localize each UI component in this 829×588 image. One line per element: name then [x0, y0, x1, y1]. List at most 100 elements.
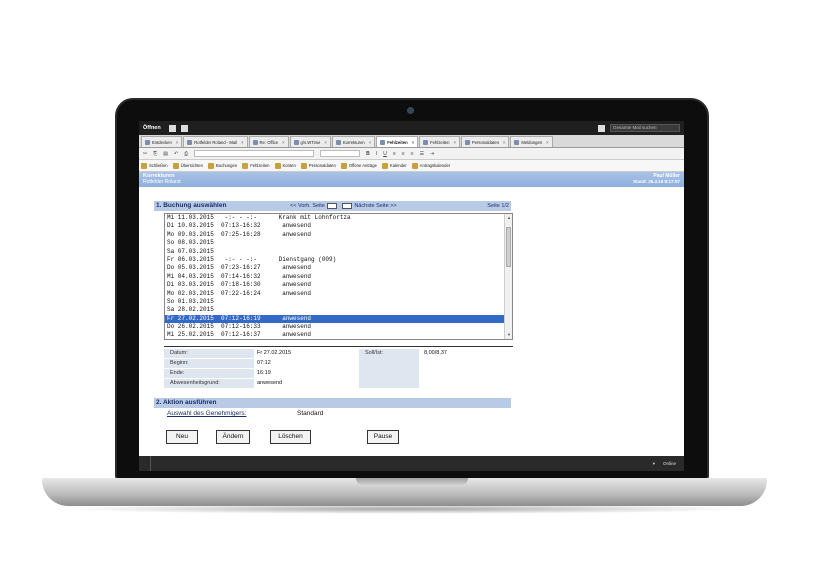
tab-icon — [380, 139, 386, 145]
booking-row[interactable]: Sa 28.02.2015 — [165, 306, 512, 314]
close-tab-icon[interactable]: × — [453, 140, 455, 145]
tab-icon — [293, 139, 299, 145]
list-icon[interactable]: ☰ — [420, 151, 424, 157]
ende-value: 16:19 — [257, 370, 271, 376]
copy-icon[interactable]: ⎘ — [153, 151, 157, 157]
tab-item[interactable]: Meldungen × — [510, 136, 553, 147]
nav-button[interactable]: Fehlzeiten — [242, 162, 270, 169]
booking-row[interactable]: Do 05.03.2015 07:23-16:27 anwesend — [165, 264, 512, 272]
tab-label: g/s.WTime — [300, 139, 321, 145]
scroll-up-icon[interactable]: ▲ — [506, 215, 512, 221]
booking-row[interactable]: Mo 09.03.2015 07:25-16:28 anwesend — [165, 231, 512, 239]
booking-row[interactable]: Fr 06.03.2015 -:- - -:- Dienstgang (009) — [165, 256, 512, 264]
app-navbar: Schließen Übersichten Buchungen Fehlzeiten K… — [139, 160, 684, 172]
cut-icon[interactable]: ✂ — [143, 151, 147, 157]
nav-button[interactable]: Kalender — [381, 162, 407, 169]
close-tab-icon[interactable]: × — [412, 140, 414, 145]
size-select[interactable] — [320, 150, 361, 157]
scroll-thumb[interactable] — [506, 227, 511, 267]
tab-label: Meldungen — [521, 139, 543, 145]
page-header: Korrekturen Rotfelder Roland Paul Müller… — [139, 172, 684, 187]
beginn-value: 07:12 — [257, 360, 271, 366]
italic-icon[interactable]: I — [376, 151, 377, 157]
section1-title: 1. Buchung auswählen — [156, 202, 227, 209]
next-page-link[interactable]: Nächste Seite >> — [354, 203, 396, 209]
undo-icon[interactable]: ↶ — [174, 151, 178, 157]
align-left-icon[interactable]: ≡ — [393, 151, 396, 157]
scroll-down-icon[interactable]: ▼ — [506, 332, 512, 338]
booking-row[interactable]: Di 10.03.2015 07:13-16:32 anwesend — [165, 222, 512, 230]
search-input[interactable]: Gesamte Mail suchen — [610, 124, 680, 132]
booking-row[interactable]: So 08.03.2015 — [165, 239, 512, 247]
nav-label: Offene Anträge — [348, 163, 377, 168]
datum-label: Datum: — [164, 349, 254, 358]
nav-label: Antragskalender — [419, 163, 451, 168]
booking-row[interactable]: Fr 27.02.2015 07:12-16:19 anwesend — [165, 314, 512, 324]
new-button[interactable]: Neu — [166, 430, 198, 444]
indent-icon[interactable]: ⇥ — [430, 151, 434, 157]
close-tab-icon[interactable]: × — [282, 140, 284, 145]
close-tab-icon[interactable]: × — [503, 140, 505, 145]
align-center-icon[interactable]: ≡ — [402, 151, 405, 157]
booking-row[interactable]: Di 03.03.2015 07:18-16:30 anwesend — [165, 281, 512, 289]
bold-icon[interactable]: B — [366, 151, 370, 157]
tab-item[interactable]: Fehlzeiten × — [419, 136, 460, 147]
underline-icon[interactable]: U — [383, 151, 387, 157]
pause-button[interactable]: Pause — [367, 430, 399, 444]
close-tab-icon[interactable]: × — [324, 140, 326, 145]
paste-icon[interactable]: ▤ — [163, 151, 168, 157]
list-scrollbar[interactable]: ▲ ▼ — [504, 214, 512, 339]
tab-icon — [252, 139, 258, 145]
booking-row[interactable]: Do 26.02.2015 07:12-16:33 anwesend — [165, 323, 512, 331]
nav-button[interactable]: Übersichten — [172, 162, 203, 169]
online-status[interactable]: Online — [663, 461, 676, 466]
nav-label: Kalender — [389, 163, 407, 168]
approver-link[interactable]: Auswahl des Genehmigers: — [167, 410, 247, 417]
next-page-box[interactable] — [342, 202, 353, 209]
close-tab-icon[interactable]: × — [241, 140, 243, 145]
tab-item[interactable]: Fehlzeiten × — [376, 136, 419, 147]
tab-item[interactable]: Rotfelder Roland - Mail × — [183, 136, 248, 147]
booking-details: Datum: Fr 27.02.2015 Beginn: 07:12 Ende:… — [164, 346, 513, 388]
nav-button[interactable]: Schließen — [141, 162, 168, 169]
abwesenheit-value: anwesend — [257, 380, 283, 386]
close-tab-icon[interactable]: × — [176, 140, 178, 145]
calendar-icon[interactable] — [180, 124, 188, 132]
booking-row[interactable]: So 01.03.2015 — [165, 298, 512, 306]
font-select[interactable] — [194, 150, 315, 157]
delete-button[interactable]: Löschen — [270, 430, 311, 444]
booking-row[interactable]: Mi 04.03.2015 07:14-16:32 anwesend — [165, 273, 512, 281]
close-tab-icon[interactable]: × — [369, 140, 371, 145]
booking-row[interactable]: Mi 11.03.2015 -:- - -:- Krank mit Lohnfo… — [165, 214, 512, 222]
datum-value: Fr 27.02.2015 — [257, 350, 292, 356]
nav-button[interactable]: Konten — [274, 162, 296, 169]
nav-label: Konten — [282, 163, 296, 168]
tab-item[interactable]: Re: Office × — [248, 136, 289, 147]
tab-item[interactable]: Korrekturen × — [331, 136, 376, 147]
prev-page-link[interactable]: << Vorh. Seite — [290, 203, 325, 209]
tab-icon — [145, 139, 150, 145]
tab-item[interactable]: Personaldaten × — [460, 136, 510, 147]
align-right-icon[interactable]: ≡ — [411, 151, 414, 157]
change-button[interactable]: Ändern — [216, 430, 250, 444]
tab-icon — [335, 139, 341, 145]
nav-button[interactable]: Antragskalender — [411, 162, 451, 169]
booking-row[interactable]: Mo 02.03.2015 07:22-16:24 anwesend — [165, 290, 512, 298]
booking-list[interactable]: Mi 11.03.2015 -:- - -:- Krank mit Lohnfo… — [164, 213, 513, 340]
tab-item[interactable]: g/s.WTime × — [289, 136, 331, 147]
stand-timestamp: Stand: 25.3.15 8:17:07 — [632, 179, 680, 184]
tab-item[interactable]: Entdecken × — [141, 136, 183, 147]
close-tab-icon[interactable]: × — [546, 140, 548, 145]
page-indicator: Seite 1/2 — [487, 203, 509, 209]
soll-ist-value: 8,00/8,37 — [424, 350, 447, 356]
booking-row[interactable]: Sa 07.03.2015 — [165, 248, 512, 256]
nav-button[interactable]: Personaldaten — [300, 162, 336, 169]
tab-label: Personaldaten — [471, 139, 499, 145]
prev-page-box[interactable] — [326, 202, 337, 209]
nav-button[interactable]: Offene Anträge — [340, 162, 377, 169]
open-menu[interactable]: Öffnen — [143, 125, 161, 131]
mail-icon[interactable] — [168, 124, 176, 132]
booking-row[interactable]: Mi 25.02.2015 07:12-16:37 anwesend — [165, 331, 512, 339]
print-icon[interactable]: ⎙ — [184, 151, 188, 157]
nav-button[interactable]: Buchungen — [207, 162, 237, 169]
